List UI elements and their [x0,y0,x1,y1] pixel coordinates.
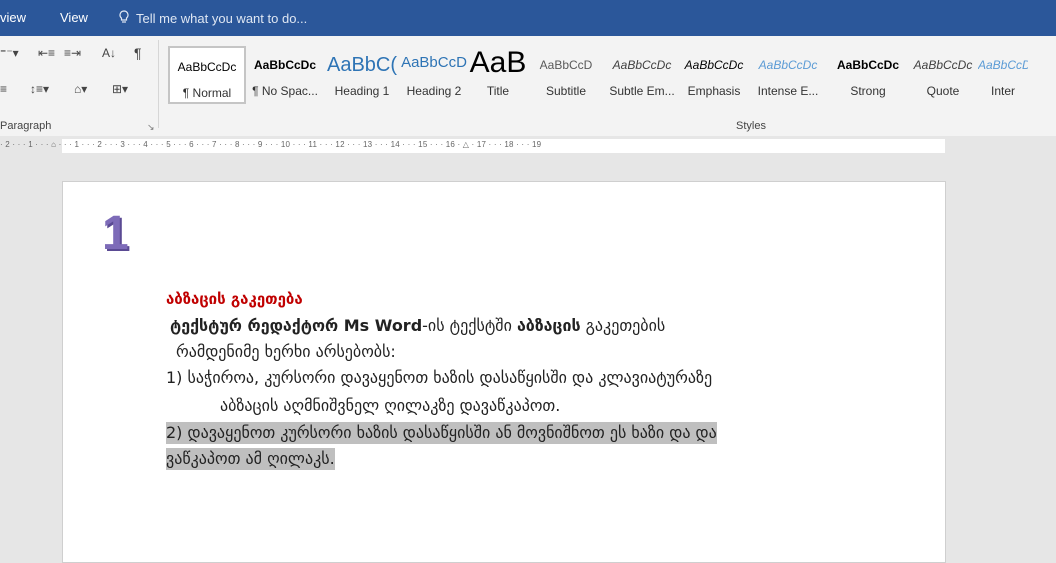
chapter-number: 1 [102,207,129,260]
style-emphasis[interactable]: AaBbCcDc Emphasis [680,46,748,104]
style-label: ¶ Normal [182,86,232,100]
style-preview: AaBbCcDc [978,58,1028,72]
style-label: Strong [850,84,886,98]
style-label: Intense E... [757,84,819,98]
style-inter[interactable]: AaBbCcDc Inter [978,46,1028,104]
style-preview: AaBbCcDc [836,58,899,72]
show-formatting-icon[interactable]: ¶ [134,45,142,61]
ribbon: ⁼⁻▾ ⇤≡ ≡⇥ A↓ ¶ ≡ ↕≡▾ ⌂▾ ⊞▾ Paragraph ↘ A… [0,36,1056,137]
ruler-scale: · 2 · · · 1 · · · ⌂ · · · 1 · · · 2 · · … [0,140,542,149]
ruler: · 2 · · · 1 · · · ⌂ · · · 1 · · · 2 · · … [0,136,1056,156]
style-label: Heading 2 [406,84,462,98]
style-label: ¶ No Spac... [252,84,318,98]
style-preview: AaBbCcD [539,58,593,72]
doc-text-end: გაკეთების [580,316,666,335]
doc-line-4: აბზაცის აღმნიშვნელ ღილაკზე დავაწკაპოთ. [220,396,561,415]
doc-line-6-selected: ვაწკაპოთ ამ ღილაკს. [166,448,335,470]
lightbulb-icon [118,10,130,27]
doc-text: -ის ტექსტში [422,316,517,335]
decrease-indent-icon[interactable]: ⇤≡ [38,46,55,60]
sort-icon[interactable]: A↓ [102,46,116,60]
style-strong[interactable]: AaBbCcDc Strong [828,46,908,104]
style-label: Emphasis [687,84,741,98]
style-intense-e[interactable]: AaBbCcDc Intense E... [748,46,828,104]
increase-indent-icon[interactable]: ≡⇥ [64,46,81,60]
paragraph-launcher-icon[interactable]: ↘ [147,122,155,133]
style-heading-2[interactable]: AaBbCcD Heading 2 [400,46,468,104]
style-subtitle[interactable]: AaBbCcD Subtitle [528,46,604,104]
style-preview: AaB [469,46,527,79]
tab-view[interactable]: View [60,10,88,25]
style-label: Quote [926,84,960,98]
style-no-spac[interactable]: AaBbCcDc ¶ No Spac... [246,46,324,104]
doc-line-5-selected: 2) დავაყენოთ კურსორი ხაზის დასაწყისში ან… [166,422,717,444]
style-preview: AaBbCcDc [177,60,237,74]
borders-icon[interactable]: ⊞▾ [112,82,128,96]
style-subtle-em[interactable]: AaBbCcDc Subtle Em... [604,46,680,104]
paragraph-group-label: Paragraph [0,120,52,132]
doc-bold-text: ტექსტურ რედაქტორ Ms Word [170,316,423,335]
doc-line-2: რამდენიმე ხერხი არსებობს: [176,342,396,361]
tell-me-text: Tell me what you want to do... [136,11,308,26]
multilevel-list-icon[interactable]: ⁼⁻▾ [0,46,19,60]
style-preview: AaBbCcDc [684,58,744,72]
justify-icon[interactable]: ≡ [0,82,7,96]
group-divider [158,40,159,128]
style-preview: AaBbCcDc [612,58,672,72]
doc-line-3: 1) საჭიროა, კურსორი დავაყენოთ ხაზის დასა… [166,368,713,387]
style-preview: AaBbCcDc [253,58,316,72]
style-title[interactable]: AaB Title [468,46,528,104]
style-preview: AaBbC( [326,54,398,76]
style-preview: AaBbCcDc [758,58,818,72]
doc-bold-text-2: აბზაცის [516,316,581,335]
style-label: Heading 1 [334,84,390,98]
styles-group-label: Styles [736,120,766,132]
title-bar: view View Tell me what you want to do... [0,0,1056,36]
style-label: Subtle Em... [609,84,675,98]
shading-icon[interactable]: ⌂▾ [74,82,87,96]
style-preview: AaBbCcDc [913,58,973,72]
doc-line-1: ტექსტურ რედაქტორ Ms Word-ის ტექსტში აბზა… [170,315,665,337]
style-heading-1[interactable]: AaBbC( Heading 1 [324,46,400,104]
style-quote[interactable]: AaBbCcDc Quote [908,46,978,104]
tab-review[interactable]: view [0,10,26,25]
style-label: Inter [990,84,1015,98]
styles-gallery: AaBbCcDc ¶ Normal AaBbCcDc ¶ No Spac... AaBb… [168,46,1028,104]
line-spacing-icon[interactable]: ↕≡▾ [30,82,49,96]
tell-me-box[interactable]: Tell me what you want to do... [118,10,307,27]
style-label: Title [486,84,510,98]
document-heading: აბზაცის გაკეთება [166,290,303,308]
style-normal[interactable]: AaBbCcDc ¶ Normal [168,46,246,104]
style-preview: AaBbCcD [401,54,467,71]
style-label: Subtitle [545,84,587,98]
